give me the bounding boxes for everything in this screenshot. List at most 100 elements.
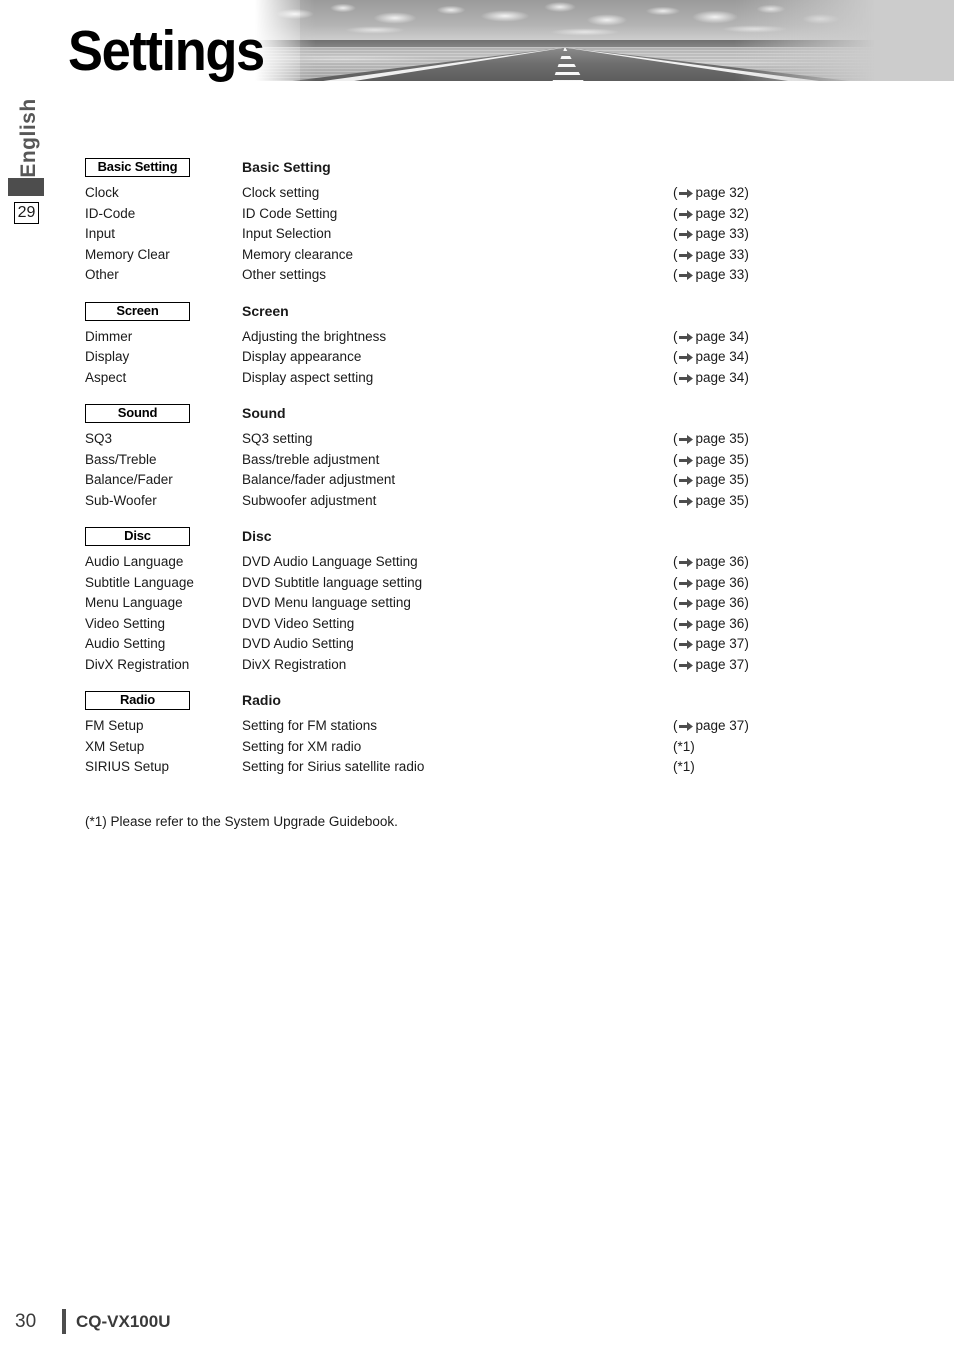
group-header-row: Radio Radio [85,691,875,713]
page-reference-label: page 33 [695,246,745,262]
setting-name: Aspect [85,369,127,385]
page-reference-label: page 36 [695,554,745,569]
page-reference-label: page 32 [695,185,745,200]
settings-row: Input Input Selection (page 33) [85,224,875,245]
page-reference-close-paren: ) [744,451,749,467]
setting-name: DivX Registration [85,656,190,672]
page-reference: ( page 33) [673,245,749,264]
group-title: Radio [242,692,281,708]
setting-name: SQ3 [85,431,113,446]
page-reference-close-paren: ) [744,185,749,200]
settings-row: Display Display appearance (page 34) [85,347,875,368]
group-badge: Radio [85,691,190,710]
settings-row: ID-Code ID Code Setting (page 32) [85,204,875,225]
setting-name: FM Setup [85,718,144,733]
page-reference-open-paren: ( [673,369,678,385]
page-reference-label: page 34 [695,369,745,385]
page-reference-open-paren: ( [673,205,678,221]
settings-row: SIRIUS Setup Setting for Sirius satellite… [85,757,875,778]
footer-page-number: 30 [15,1311,37,1332]
page-reference: (page 37) [673,655,749,674]
right-arrow-icon [678,250,693,261]
right-arrow-icon [678,660,693,671]
page-reference: (page 35) [673,450,749,469]
settings-row: Memory Clear Memory clearance ( page 33) [85,245,875,266]
page-reference-close-paren: ) [744,636,749,651]
page-reference-open-paren: ( [673,246,678,262]
settings-row: Aspect Display aspect setting (page 34) [85,368,875,389]
setting-name: ID-Code [85,205,136,221]
setting-description: Memory clearance [242,246,354,262]
setting-name: Menu Language [85,595,183,610]
page-reference: (page 33) [673,265,749,284]
page-reference-open-paren: ( [673,574,678,590]
setting-name: XM Setup [85,738,145,754]
settings-row: Dimmer Adjusting the brightness (page 34) [85,327,875,348]
page-reference-close-paren: ) [744,574,749,590]
page-reference: (page 37) [673,634,749,653]
page-reference-close-paren: ) [744,328,749,344]
right-arrow-icon [678,475,693,486]
page-reference-close-paren: ) [744,431,749,446]
page-reference-close-paren: ) [690,759,695,774]
setting-description: DVD Subtitle language setting [242,574,423,590]
setting-description: DVD Video Setting [242,615,355,631]
setting-description: Input Selection [242,226,332,241]
page-reference-open-paren: ( [673,267,678,282]
right-arrow-icon [678,721,693,732]
page-reference-label: page 37 [695,636,745,651]
page-reference-close-paren: ) [744,369,749,385]
setting-name: Audio Language [85,554,184,569]
setting-name: Memory Clear [85,246,170,262]
group-header-row: Basic Setting Basic Setting [85,158,875,180]
setting-description: Balance/fader adjustment [242,472,396,487]
setting-description: DVD Menu language setting [242,595,411,610]
page-reference: (*1) [673,757,695,776]
footnote: (*1) Please refer to the System Upgrade … [85,814,398,829]
page-reference: (page 36) [673,552,749,571]
page-reference-open-paren: ( [673,226,678,241]
page-reference-label: page 33 [695,226,745,241]
page-reference-label: page 35 [695,492,745,508]
settings-group: Basic Setting Basic Setting Clock Clock set… [85,158,875,286]
setting-name: Sub-Woofer [85,492,157,508]
group-header-row: Screen Screen [85,301,875,324]
setting-name: Input [85,226,116,241]
page-title: Settings [68,19,265,83]
setting-description: Bass/treble adjustment [242,451,380,467]
page-reference-close-paren: ) [744,595,749,610]
page-reference: (page 37) [673,716,749,735]
setting-name: Audio Setting [85,636,166,651]
right-arrow-icon [678,557,693,568]
page-reference-label: page 37 [695,656,745,672]
page-reference-label: page 35 [695,472,745,487]
setting-name: Video Setting [85,615,166,631]
setting-description: Clock setting [242,185,320,200]
right-arrow-icon [678,270,693,281]
right-arrow-icon [678,578,693,589]
page-reference-close-paren: ) [744,246,749,262]
settings-row: DivX Registration DivX Registration (page … [85,655,875,676]
page-reference-label: page 37 [695,718,745,733]
right-arrow-icon [678,229,693,240]
page-reference-label: *1 [677,759,691,774]
desert-road-photo-icon [255,0,875,81]
settings-row: Bass/Treble Bass/treble adjustment (page 3… [85,450,875,471]
setting-description: Setting for XM radio [242,738,362,754]
right-arrow-icon [678,209,693,220]
page-reference-open-paren: ( [673,472,678,487]
group-badge: Basic Setting [85,158,190,177]
page-reference-open-paren: ( [673,615,678,631]
page-reference-close-paren: ) [744,615,749,631]
settings-row: Balance/Fader Balance/fader adjustment (pa… [85,470,875,491]
page-reference-close-paren: ) [744,472,749,487]
group-title: Sound [242,405,286,421]
settings-row: Other Other settings (page 33) [85,265,875,286]
settings-row: FM Setup Setting for FM stations (page 37) [85,716,875,737]
settings-row: Audio Setting DVD Audio Setting (page 37) [85,634,875,655]
settings-group: Sound Sound SQ3 SQ3 setting(page 35) Bass/Tr… [85,404,875,511]
page-reference-open-paren: ( [673,718,678,733]
page-reference: (page 32) [673,204,749,223]
page-reference-label: page 35 [695,451,745,467]
right-arrow-icon [678,434,693,445]
